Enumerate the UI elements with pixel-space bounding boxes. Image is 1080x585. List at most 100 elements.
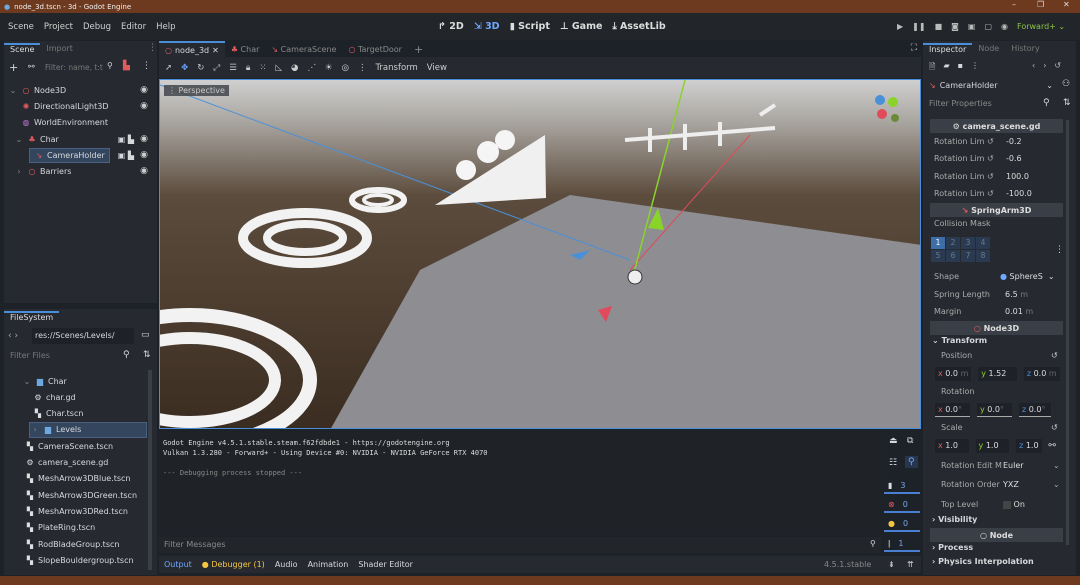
move-tool-icon[interactable]: ✥ (181, 63, 188, 73)
history-back-icon[interactable]: ‹ (1032, 61, 1035, 70)
menu-editor[interactable]: Editor (116, 22, 151, 32)
error-count-toggle[interactable]: ⊗ 0 (884, 497, 920, 513)
tree-item-directionallight3d[interactable]: ✺ DirectionalLight3D ◉ (21, 98, 156, 114)
rotation-edit-mode-property[interactable]: Rotation Edit M Euler ⌄ (941, 457, 1071, 474)
copy-output-icon[interactable]: ⧉ (907, 436, 913, 446)
node-docs-icon[interactable]: ⚇ (1062, 79, 1070, 89)
play-icon[interactable]: ▶ (897, 22, 903, 31)
physics-interpolation-group[interactable]: › Physics Interpolation (932, 557, 1034, 566)
tab-history[interactable]: History (1005, 44, 1045, 53)
filter-messages-input[interactable]: Filter Messages (159, 537, 881, 553)
more-icon[interactable]: ⋮ (971, 61, 979, 75)
visibility-group[interactable]: › Visibility (932, 515, 977, 524)
rotation-order-property[interactable]: Rotation Order YXZ ⌄ (941, 476, 1071, 493)
file-item[interactable]: ⚙ camera_scene.gd (25, 455, 145, 471)
position-y-field[interactable]: y 1.52 (978, 367, 1017, 381)
collision-layer-8[interactable]: 8 (976, 250, 990, 262)
save-resource-icon[interactable]: ▪ (958, 61, 963, 75)
menu-help[interactable]: Help (151, 22, 180, 32)
file-item[interactable]: ▚ Char.tscn (33, 406, 153, 422)
tab-debugger[interactable]: ● Debugger (1) (202, 560, 265, 569)
selected-node-select[interactable]: ↘ CameraHolder ⌄ (929, 78, 1057, 93)
rotate-tool-icon[interactable]: ↻ (197, 63, 204, 73)
close-window-button[interactable]: ✕ (1063, 0, 1070, 9)
toggle-filter-icon[interactable]: ☷ (889, 458, 897, 468)
workspace-assetlib[interactable]: ⤓ AssetLib (607, 21, 670, 32)
spring-length-property[interactable]: Spring Length 6.5 m (934, 286, 1064, 303)
collision-layer-5[interactable]: 5 (931, 250, 945, 262)
lock-icon[interactable]: 🔒︎ (246, 63, 251, 73)
ruler-icon[interactable]: ◺ (275, 63, 282, 73)
pin-icon[interactable]: ⇟ (888, 560, 895, 569)
file-item[interactable]: ▚ MeshArrow3DBlue.tscn (25, 471, 145, 487)
renderer-select[interactable]: Forward+ ⌄ (1017, 22, 1065, 31)
section-camera-scene-gd[interactable]: ⚙ camera_scene.gd (930, 119, 1063, 133)
collision-layer-7[interactable]: 7 (961, 250, 975, 262)
pause-icon[interactable]: ❚❚ (912, 22, 925, 31)
shape-value[interactable]: ● SphereS ⌄ (1000, 272, 1055, 281)
tab-camerascene[interactable]: ↘ CameraScene (265, 45, 342, 54)
file-item[interactable]: ▚ CameraScene.tscn (25, 438, 145, 454)
rotation-limit-1[interactable]: Rotation Lim ↺ -0.2 (934, 133, 1064, 150)
file-item[interactable]: ▚ PlateRing.tscn (25, 520, 145, 536)
position-x-field[interactable]: x 0.0 m (935, 367, 972, 381)
property-value[interactable]: -0.2 (1006, 137, 1022, 146)
group-icon[interactable]: ⁙ (259, 63, 266, 73)
rotation-limit-2[interactable]: Rotation Lim ↺ -0.6 (934, 150, 1064, 167)
tree-item-node3d[interactable]: ⌄ ○ Node3D ◉ (8, 82, 156, 98)
snap-icon[interactable]: ⋰ (307, 63, 316, 73)
sort-icon[interactable]: ⇅ (143, 350, 151, 360)
visibility-eye-icon[interactable]: ◉ (140, 85, 148, 95)
search-toggle-icon[interactable]: ⚲ (905, 456, 918, 468)
list-select-icon[interactable]: ☰ (229, 63, 237, 73)
reset-icon[interactable]: ↺ (1051, 423, 1058, 432)
collision-layer-2[interactable]: 2 (946, 237, 960, 249)
stop-icon[interactable]: ■ (935, 22, 943, 31)
minimize-button[interactable]: – (1012, 0, 1016, 9)
tab-inspector[interactable]: Inspector (923, 43, 973, 54)
workspace-game[interactable]: ⊥ Game (555, 21, 608, 32)
object-history-icon[interactable]: ↺ (1054, 61, 1061, 70)
scene-filter-input[interactable]: Filter: name, t:t (42, 61, 117, 75)
tree-item-worldenvironment[interactable]: ◍ WorldEnvironment (21, 114, 156, 130)
rotation-z-field[interactable]: z 0.0° (1018, 403, 1051, 417)
tab-targetdoor[interactable]: ○ TargetDoor (342, 45, 408, 54)
tab-node[interactable]: Node (972, 44, 1005, 53)
tab-audio[interactable]: Audio (275, 560, 298, 569)
info-count-toggle[interactable]: ǀ1 (884, 536, 920, 552)
tab-char[interactable]: ♣ Char (225, 45, 266, 54)
rotation-y-field[interactable]: y 0.0° (976, 403, 1013, 417)
path-input[interactable]: res://Scenes/Levels/ (32, 328, 134, 344)
rotation-limit-4[interactable]: Rotation Lim ↺ -100.0 (934, 185, 1064, 202)
spring-length-field[interactable]: 6.5 m (1005, 290, 1028, 299)
new-resource-icon[interactable]: 🗎︎ (929, 61, 935, 75)
tree-item-cameraholder[interactable]: ↘ CameraHolder ▣ ▙ ◉ (29, 147, 156, 163)
reset-icon[interactable]: ↺ (1051, 351, 1058, 360)
property-value[interactable]: -0.6 (1006, 154, 1022, 163)
rotation-x-field[interactable]: x 0.0° (935, 403, 971, 417)
scale-tool-icon[interactable]: ⤢ (213, 63, 220, 73)
file-item[interactable]: › ▆ Levels (29, 421, 147, 438)
nav-back-forward-icon[interactable]: ‹ › (8, 331, 18, 341)
play-scene-icon[interactable]: ▣ (968, 22, 976, 31)
select-tool-icon[interactable]: ➚ (165, 63, 172, 73)
layers-menu-icon[interactable]: ⋮ (1055, 245, 1064, 255)
environment-preview-icon[interactable]: ◎ (342, 63, 349, 73)
clear-output-icon[interactable]: ⏏ (889, 436, 898, 446)
open-resource-icon[interactable]: ▰ (943, 61, 949, 75)
filter-files-input[interactable]: Filter Files (10, 351, 50, 360)
tab-import[interactable]: Import (40, 44, 79, 53)
tab-animation[interactable]: Animation (308, 560, 349, 569)
property-value[interactable]: -100.0 (1006, 189, 1032, 198)
section-node3d[interactable]: ○ Node3D (930, 321, 1063, 335)
tab-filesystem[interactable]: FileSystem (4, 311, 60, 322)
transform-group[interactable]: ⌄ Transform (932, 336, 987, 345)
link-scale-icon[interactable]: ⚯ (1048, 441, 1056, 451)
position-z-field[interactable]: z 0.0 m (1023, 367, 1060, 381)
chevron-down-icon[interactable]: ⌄ (14, 135, 24, 144)
tab-shader-editor[interactable]: Shader Editor (358, 560, 413, 569)
file-item[interactable]: ▚ SlopeBouldergroup.tscn (25, 552, 145, 568)
file-item[interactable]: ⚙ char.gd (33, 389, 153, 405)
transform-menu[interactable]: Transform (375, 63, 417, 73)
top-level-property[interactable]: Top Level On (941, 496, 1071, 513)
